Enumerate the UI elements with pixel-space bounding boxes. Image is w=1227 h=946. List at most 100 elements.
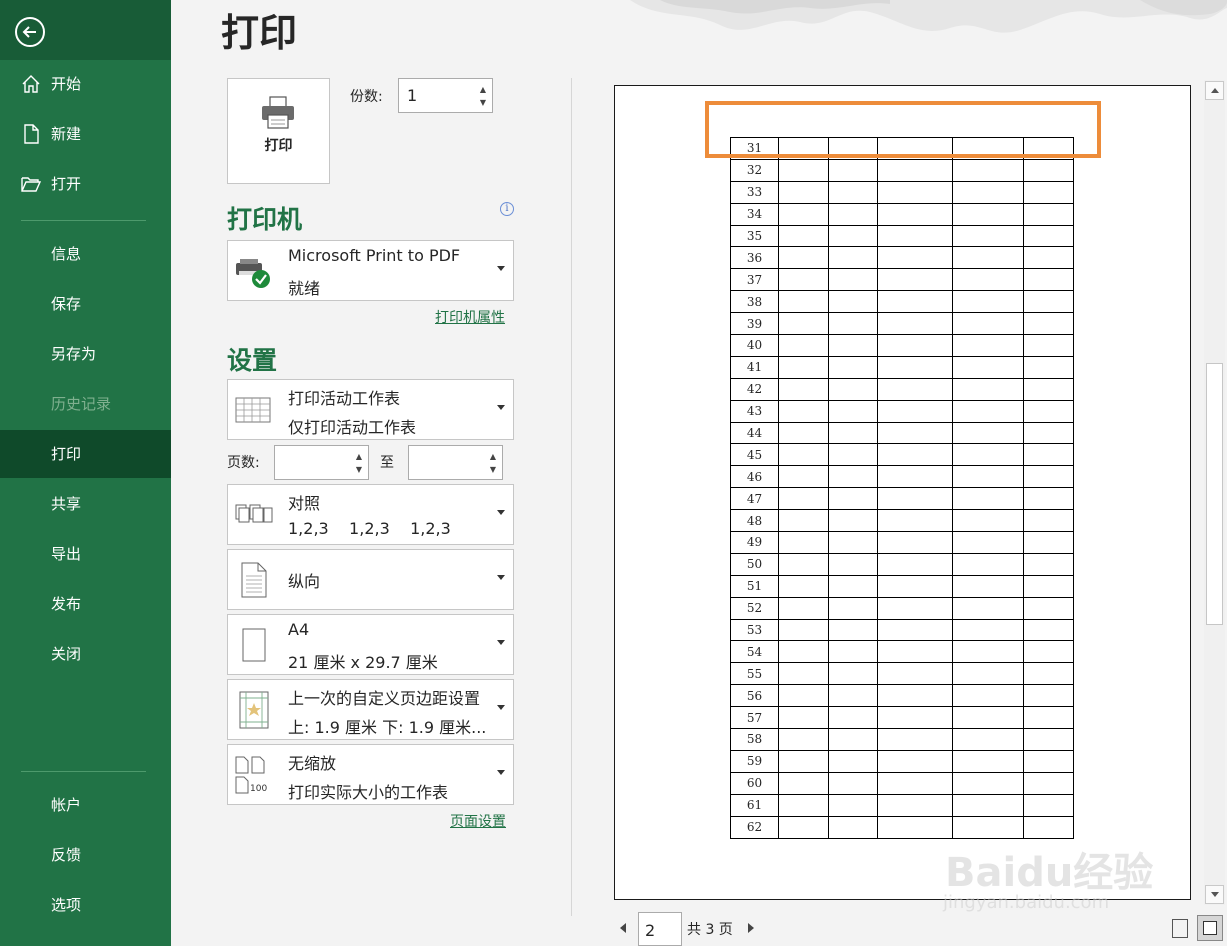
copies-label: 份数: [350, 89, 383, 105]
row-number-cell: 46 [730, 465, 779, 489]
back-area [0, 0, 171, 60]
stepper-arrows-icon[interactable]: ▲ ▼ [478, 83, 488, 109]
table-cell [877, 509, 953, 533]
previous-page-icon[interactable] [620, 923, 626, 933]
table-cell [1023, 443, 1074, 467]
watermark-sub: jingyan.baidu.com [943, 892, 1110, 913]
table-cell [778, 290, 829, 314]
table-row: 55 [730, 662, 1074, 686]
row-number-cell: 48 [730, 509, 779, 533]
nav-feedback[interactable]: 反馈 [0, 831, 171, 879]
table-cell [952, 202, 1024, 226]
nav-home[interactable]: 开始 [0, 60, 171, 108]
table-cell [952, 399, 1024, 423]
margins-dropdown[interactable]: 上一次的自定义页边距设置 上: 1.9 厘米 下: 1.9 厘米... [227, 679, 514, 740]
sidebar-divider [21, 220, 146, 221]
chevron-down-icon [497, 705, 505, 710]
table-cell [952, 421, 1024, 445]
table-cell [828, 443, 878, 467]
chevron-down-icon [497, 640, 505, 645]
nav-account[interactable]: 帐户 [0, 781, 171, 829]
show-margins-icon[interactable] [1172, 919, 1188, 938]
printer-dropdown[interactable]: Microsoft Print to PDF 就绪 [227, 240, 514, 301]
table-cell [952, 531, 1024, 554]
table-cell [828, 465, 878, 489]
nav-open[interactable]: 打开 [0, 160, 171, 208]
preview-scrollbar[interactable] [1204, 80, 1225, 905]
margins-subtitle: 上: 1.9 厘米 下: 1.9 厘米... [288, 718, 487, 737]
nav-info[interactable]: 信息 [0, 230, 171, 278]
pages-to-stepper[interactable]: ▲ ▼ [408, 445, 503, 480]
print-what-dropdown[interactable]: 打印活动工作表 仅打印活动工作表 [227, 379, 514, 440]
nav-share[interactable]: 共享 [0, 480, 171, 528]
nav-save-label: 保存 [51, 295, 82, 313]
stepper-arrows-icon[interactable]: ▲ ▼ [488, 450, 498, 476]
total-pages-label: 共 3 页 [687, 922, 733, 938]
orientation-dropdown[interactable]: 纵向 [227, 549, 514, 610]
table-cell [828, 618, 878, 642]
table-row: 51 [730, 574, 1074, 598]
row-number-cell: 60 [730, 771, 779, 795]
zoom-to-page-icon[interactable] [1197, 915, 1223, 941]
row-number-cell: 54 [730, 640, 779, 664]
info-icon[interactable]: i [500, 202, 514, 216]
scrollbar-thumb[interactable] [1206, 363, 1223, 625]
paper-size-icon [242, 628, 266, 662]
table-cell [778, 662, 829, 686]
current-page-input[interactable]: 2 [638, 912, 682, 946]
page-title: 打印 [221, 11, 298, 55]
next-page-icon[interactable] [748, 923, 754, 933]
table-row: 32 [730, 158, 1074, 182]
scroll-up-button[interactable] [1205, 81, 1224, 100]
table-row: 50 [730, 552, 1074, 576]
row-number-cell: 34 [730, 202, 779, 226]
table-cell [952, 334, 1024, 357]
nav-new[interactable]: 新建 [0, 110, 171, 158]
table-cell [1023, 552, 1074, 576]
nav-publish[interactable]: 发布 [0, 580, 171, 628]
table-cell [952, 224, 1024, 248]
table-cell [1023, 202, 1074, 226]
table-cell [952, 728, 1024, 751]
nav-options[interactable]: 选项 [0, 881, 171, 929]
collated-pages-icon [235, 504, 273, 523]
print-what-subtitle: 仅打印活动工作表 [288, 418, 417, 437]
chevron-down-icon [497, 575, 505, 580]
nav-export[interactable]: 导出 [0, 530, 171, 578]
table-cell [877, 728, 953, 751]
print-button-label: 打印 [264, 138, 293, 154]
stepper-arrows-icon[interactable]: ▲ ▼ [354, 450, 364, 476]
back-arrow-icon[interactable] [15, 17, 45, 47]
table-row: 44 [730, 421, 1074, 445]
nav-print[interactable]: 打印 [0, 430, 171, 478]
pages-from-stepper[interactable]: ▲ ▼ [274, 445, 369, 480]
table-cell [952, 246, 1024, 270]
nav-save-as[interactable]: 另存为 [0, 330, 171, 378]
collation-dropdown[interactable]: 对照 1,2,3 1,2,3 1,2,3 [227, 484, 514, 545]
printer-properties-link[interactable]: 打印机属性 [435, 307, 505, 327]
table-cell [828, 531, 878, 554]
print-what-title: 打印活动工作表 [288, 389, 401, 408]
print-button[interactable]: 打印 [227, 78, 330, 184]
page-setup-link[interactable]: 页面设置 [450, 811, 506, 831]
nav-save[interactable]: 保存 [0, 280, 171, 328]
table-cell [828, 487, 878, 511]
nav-close[interactable]: 关闭 [0, 630, 171, 678]
worksheet-preview-table: 31 32 33 34 35 36 37 38 39 40 41 42 43 44 45 46 47 48 49 50… [730, 137, 1074, 839]
table-cell [828, 421, 878, 445]
table-cell [1023, 312, 1074, 336]
table-cell [828, 290, 878, 314]
row-number-cell: 49 [730, 531, 779, 554]
scaling-dropdown[interactable]: 100 无缩放 打印实际大小的工作表 [227, 744, 514, 805]
new-document-icon [24, 124, 39, 144]
collation-title: 对照 [288, 494, 321, 513]
backstage-sidebar: 开始 新建 打开 信息 保存 另存为 历史记录 打印 共享 导出 发布 关闭 帐… [0, 0, 171, 946]
table-cell [828, 180, 878, 204]
paper-size-dropdown[interactable]: A4 21 厘米 x 29.7 厘米 [227, 614, 514, 675]
table-cell [952, 552, 1024, 576]
printer-ready-icon [236, 259, 270, 288]
scroll-down-button[interactable] [1205, 885, 1224, 904]
table-row: 45 [730, 443, 1074, 467]
table-cell [1023, 268, 1074, 292]
copies-stepper[interactable]: 1 ▲ ▼ [398, 78, 493, 113]
